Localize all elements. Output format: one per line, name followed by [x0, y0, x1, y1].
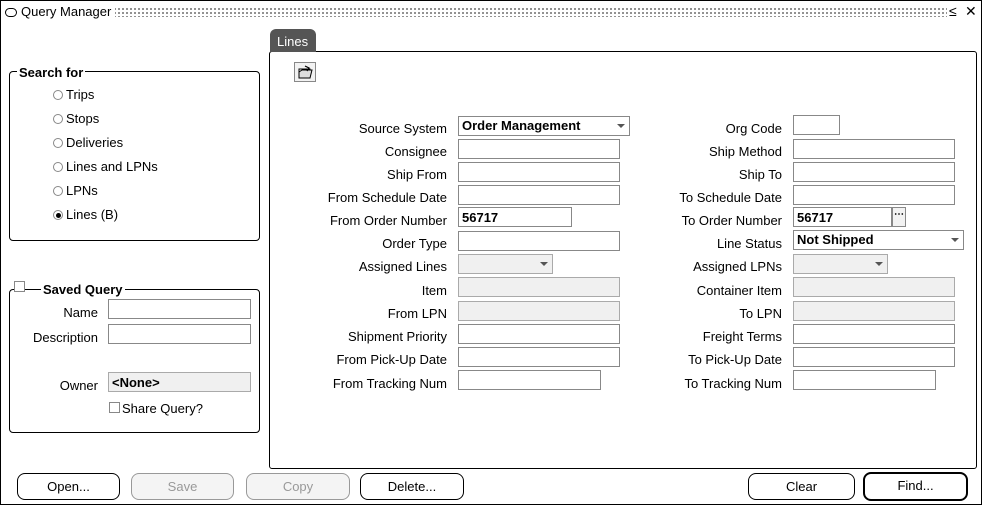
org-code-input[interactable]	[793, 115, 840, 135]
radio-label: Deliveries	[66, 135, 124, 150]
freight-terms-label: Freight Terms	[702, 329, 782, 344]
clear-button[interactable]: Clear	[748, 473, 855, 500]
radio-label: Trips	[66, 87, 95, 102]
ship-method-label: Ship Method	[709, 144, 782, 159]
consignee-label: Consignee	[384, 144, 447, 159]
radio-label: Lines (B)	[66, 207, 119, 222]
consignee-input[interactable]	[458, 139, 620, 159]
ship-to-input[interactable]	[793, 162, 955, 182]
ship-to-label: Ship To	[738, 167, 782, 182]
radio-button[interactable]	[53, 114, 63, 124]
line-status-label: Line Status	[716, 236, 782, 251]
open-button[interactable]: Open...	[17, 473, 120, 500]
name-input[interactable]	[108, 299, 251, 319]
ship-method-input[interactable]	[793, 139, 955, 159]
copy-button[interactable]: Copy	[246, 473, 350, 500]
item-label: Item	[421, 283, 447, 298]
search-for-legend: Search for	[17, 65, 86, 80]
from-schedule-date-input[interactable]	[458, 185, 620, 205]
from-lpn-label: From LPN	[387, 306, 447, 321]
to-pickup-date-label: To Pick-Up Date	[688, 352, 782, 367]
chevron-down-icon	[875, 262, 883, 266]
to-lpn-label: To LPN	[739, 306, 782, 321]
title-bar: Query Manager ≤ ✕	[1, 1, 981, 23]
query-manager-window: Query Manager ≤ ✕ Search for Trips Stops…	[0, 0, 982, 505]
assigned-lines-select[interactable]	[458, 254, 553, 274]
delete-button[interactable]: Delete...	[360, 473, 464, 500]
folder-open-button[interactable]	[294, 62, 316, 82]
tab-lines[interactable]: Lines	[270, 29, 316, 52]
shipment-priority-label: Shipment Priority	[348, 329, 447, 344]
find-button[interactable]: Find...	[863, 472, 968, 501]
description-input[interactable]	[108, 324, 251, 344]
saved-query-legend: Saved Query	[41, 282, 125, 297]
container-item-label: Container Item	[696, 283, 782, 298]
to-tracking-num-label: To Tracking Num	[684, 376, 782, 391]
from-tracking-num-input[interactable]	[458, 370, 601, 390]
freight-terms-input[interactable]	[793, 324, 955, 344]
folder-open-icon	[298, 65, 313, 79]
assigned-lines-label: Assigned Lines	[358, 259, 447, 274]
radio-button[interactable]	[53, 186, 63, 196]
minimize-icon[interactable]: ≤	[949, 3, 957, 19]
ship-from-label: Ship From	[387, 167, 447, 182]
line-status-select[interactable]: Not Shipped	[793, 230, 964, 250]
line-status-value: Not Shipped	[797, 232, 874, 247]
order-type-input[interactable]	[458, 231, 620, 251]
source-system-label: Source System	[358, 121, 447, 136]
owner-label: Owner	[59, 378, 98, 393]
from-schedule-date-label: From Schedule Date	[327, 190, 447, 205]
order-type-label: Order Type	[382, 236, 447, 251]
name-label: Name	[63, 305, 98, 320]
to-tracking-num-input[interactable]	[793, 370, 936, 390]
list-of-values-button[interactable]: ⋯	[892, 207, 906, 227]
radio-button[interactable]	[53, 90, 63, 100]
radio-label: LPNs	[66, 183, 98, 198]
ship-from-input[interactable]	[458, 162, 620, 182]
to-lpn-input	[793, 301, 955, 321]
to-pickup-date-input[interactable]	[793, 347, 955, 367]
source-system-value: Order Management	[462, 118, 581, 133]
source-system-select[interactable]: Order Management	[458, 116, 630, 136]
container-item-input	[793, 277, 955, 297]
radio-button[interactable]	[53, 138, 63, 148]
from-order-number-input[interactable]: 56717	[458, 207, 572, 227]
window-icon	[5, 8, 17, 17]
description-label: Description	[32, 330, 98, 345]
to-schedule-date-input[interactable]	[793, 185, 955, 205]
window-title: Query Manager	[21, 4, 116, 19]
to-order-number-label: To Order Number	[681, 213, 782, 228]
radio-button[interactable]	[53, 162, 63, 172]
shipment-priority-input[interactable]	[458, 324, 620, 344]
from-tracking-num-label: From Tracking Num	[332, 376, 447, 391]
from-pickup-date-label: From Pick-Up Date	[336, 352, 447, 367]
assigned-lpns-select[interactable]	[793, 254, 888, 274]
title-bar-pattern	[109, 7, 947, 17]
chevron-down-icon	[617, 124, 625, 128]
radio-button-selected[interactable]	[53, 210, 63, 220]
saved-query-checkbox[interactable]	[14, 281, 25, 292]
from-lpn-input	[458, 301, 620, 321]
search-for-group	[9, 71, 260, 241]
radio-label: Lines and LPNs	[66, 159, 158, 174]
share-query-checkbox[interactable]	[109, 402, 120, 413]
item-input	[458, 277, 620, 297]
save-button[interactable]: Save	[131, 473, 234, 500]
assigned-lpns-label: Assigned LPNs	[693, 259, 782, 274]
owner-field: <None>	[108, 372, 251, 392]
to-order-number-input[interactable]: 56717	[793, 207, 892, 227]
close-icon[interactable]: ✕	[965, 3, 977, 19]
chevron-down-icon	[951, 238, 959, 242]
from-pickup-date-input[interactable]	[458, 347, 620, 367]
from-order-number-label: From Order Number	[329, 213, 447, 228]
org-code-label: Org Code	[725, 121, 782, 136]
share-query-label: Share Query?	[122, 401, 203, 416]
chevron-down-icon	[540, 262, 548, 266]
radio-label: Stops	[66, 111, 100, 126]
to-schedule-date-label: To Schedule Date	[679, 190, 782, 205]
